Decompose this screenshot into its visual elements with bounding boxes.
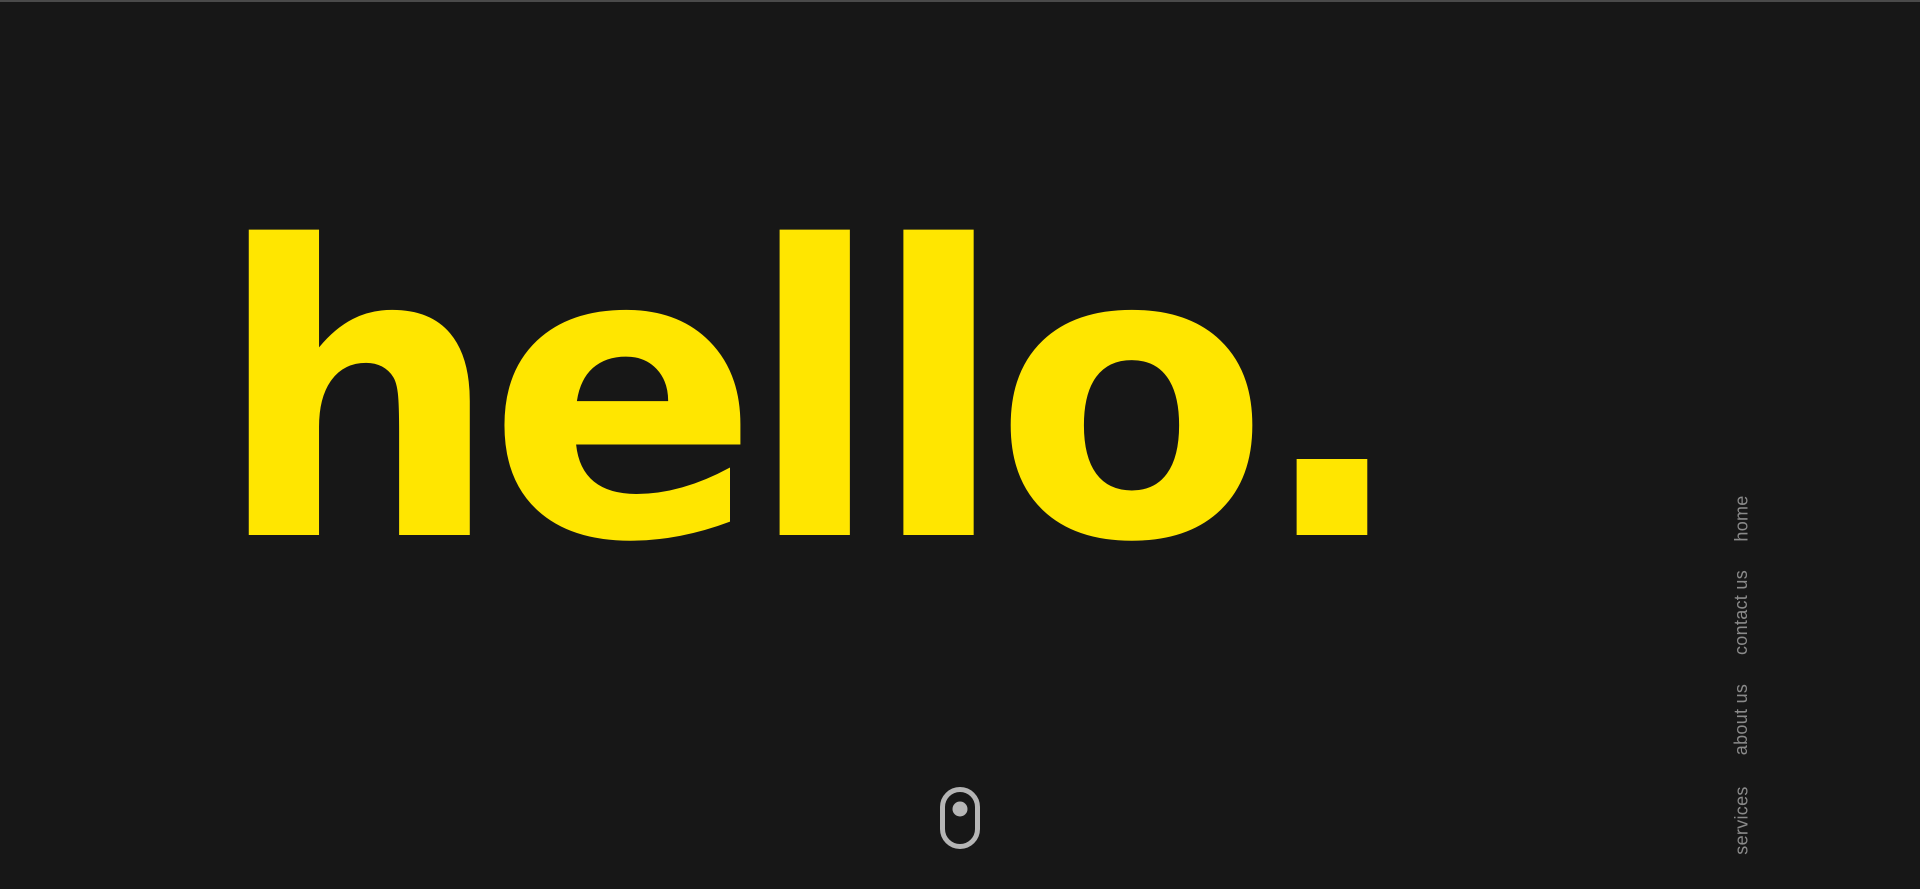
nav-link-about-us-label: about us <box>1731 683 1752 755</box>
nav-link-services[interactable]: services <box>1726 780 1758 860</box>
mouse-scroll-icon <box>940 787 980 849</box>
nav-link-contact-us-label: contact us <box>1731 569 1752 655</box>
hero-title: hello. <box>215 162 1408 630</box>
nav-link-contact-us[interactable]: contact us <box>1726 566 1758 658</box>
side-nav: home contact us about us services <box>1726 490 1758 860</box>
page: hello. home contact us about us services <box>0 0 1920 889</box>
nav-link-about-us[interactable]: about us <box>1726 678 1758 760</box>
nav-link-home-label: home <box>1731 494 1752 542</box>
top-border <box>0 0 1920 2</box>
nav-link-services-label: services <box>1731 785 1752 855</box>
scroll-down-button[interactable] <box>940 787 980 849</box>
nav-link-home[interactable]: home <box>1726 490 1758 546</box>
